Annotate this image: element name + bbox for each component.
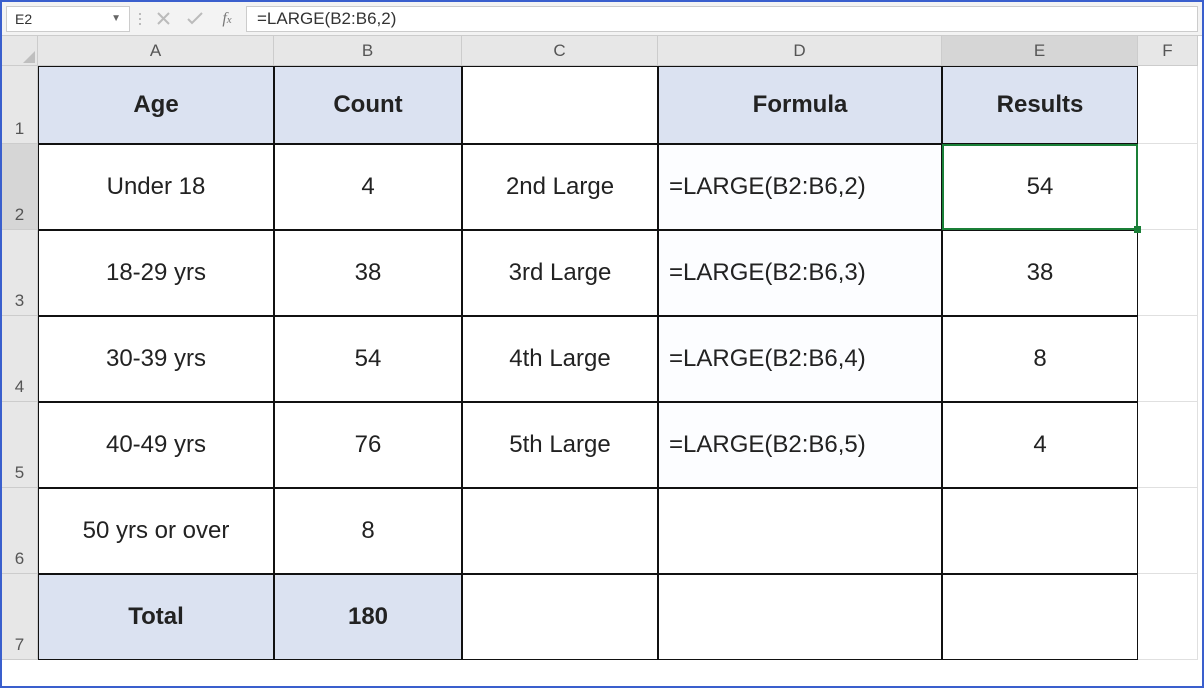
cell-D5[interactable]: =LARGE(B2:B6,5) [658, 402, 942, 488]
cell-C6[interactable] [462, 488, 658, 574]
fill-handle[interactable] [1134, 226, 1141, 233]
cell-B7[interactable]: 180 [274, 574, 462, 660]
col-header-C[interactable]: C [462, 36, 658, 66]
cell-D1[interactable]: Formula [658, 66, 942, 144]
col-header-E[interactable]: E [942, 36, 1138, 66]
row-header-2[interactable]: 2 [2, 144, 38, 230]
formula-bar: E2 ▼ fx =LARGE(B2:B6,2) [2, 2, 1202, 36]
cell-A1[interactable]: Age [38, 66, 274, 144]
cell-A4[interactable]: 30-39 yrs [38, 316, 274, 402]
name-box-value: E2 [15, 11, 32, 27]
row-header-1[interactable]: 1 [2, 66, 38, 144]
cell-F2[interactable] [1138, 144, 1198, 230]
cell-A2[interactable]: Under 18 [38, 144, 274, 230]
cell-F6[interactable] [1138, 488, 1198, 574]
cell-B1[interactable]: Count [274, 66, 462, 144]
row-header-4[interactable]: 4 [2, 316, 38, 402]
cell-E3[interactable]: 38 [942, 230, 1138, 316]
cell-C7[interactable] [462, 574, 658, 660]
cell-C2[interactable]: 2nd Large [462, 144, 658, 230]
row-header-3[interactable]: 3 [2, 230, 38, 316]
cell-B5[interactable]: 76 [274, 402, 462, 488]
cell-E2[interactable]: 54 [942, 144, 1138, 230]
spreadsheet-grid[interactable]: A B C D E F 1 Age Count Formula Results … [2, 36, 1202, 660]
cell-F3[interactable] [1138, 230, 1198, 316]
cell-C4[interactable]: 4th Large [462, 316, 658, 402]
col-header-B[interactable]: B [274, 36, 462, 66]
col-header-D[interactable]: D [658, 36, 942, 66]
cell-D3[interactable]: =LARGE(B2:B6,3) [658, 230, 942, 316]
row-header-6[interactable]: 6 [2, 488, 38, 574]
cell-F5[interactable] [1138, 402, 1198, 488]
cell-B4[interactable]: 54 [274, 316, 462, 402]
row-header-7[interactable]: 7 [2, 574, 38, 660]
cell-A3[interactable]: 18-29 yrs [38, 230, 274, 316]
cell-E5[interactable]: 4 [942, 402, 1138, 488]
col-header-A[interactable]: A [38, 36, 274, 66]
enter-check-icon[interactable] [182, 7, 208, 31]
cell-A5[interactable]: 40-49 yrs [38, 402, 274, 488]
cell-B3[interactable]: 38 [274, 230, 462, 316]
cell-E1[interactable]: Results [942, 66, 1138, 144]
cell-D7[interactable] [658, 574, 942, 660]
cell-F1[interactable] [1138, 66, 1198, 144]
cell-B6[interactable]: 8 [274, 488, 462, 574]
formula-input-value: =LARGE(B2:B6,2) [257, 9, 396, 29]
select-all-corner[interactable] [2, 36, 38, 66]
insert-function-icon[interactable]: fx [214, 10, 240, 28]
cell-A7[interactable]: Total [38, 574, 274, 660]
name-box[interactable]: E2 ▼ [6, 6, 130, 32]
divider [136, 9, 144, 29]
formula-input[interactable]: =LARGE(B2:B6,2) [246, 6, 1198, 32]
chevron-down-icon[interactable]: ▼ [111, 13, 121, 24]
row-header-5[interactable]: 5 [2, 402, 38, 488]
cell-D4[interactable]: =LARGE(B2:B6,4) [658, 316, 942, 402]
cell-E6[interactable] [942, 488, 1138, 574]
cell-C3[interactable]: 3rd Large [462, 230, 658, 316]
cell-F4[interactable] [1138, 316, 1198, 402]
col-header-F[interactable]: F [1138, 36, 1198, 66]
cell-C1[interactable] [462, 66, 658, 144]
cell-E4[interactable]: 8 [942, 316, 1138, 402]
cell-D6[interactable] [658, 488, 942, 574]
cell-E7[interactable] [942, 574, 1138, 660]
cell-D2[interactable]: =LARGE(B2:B6,2) [658, 144, 942, 230]
cell-F7[interactable] [1138, 574, 1198, 660]
cancel-icon[interactable] [150, 7, 176, 31]
cell-C5[interactable]: 5th Large [462, 402, 658, 488]
cell-B2[interactable]: 4 [274, 144, 462, 230]
cell-A6[interactable]: 50 yrs or over [38, 488, 274, 574]
